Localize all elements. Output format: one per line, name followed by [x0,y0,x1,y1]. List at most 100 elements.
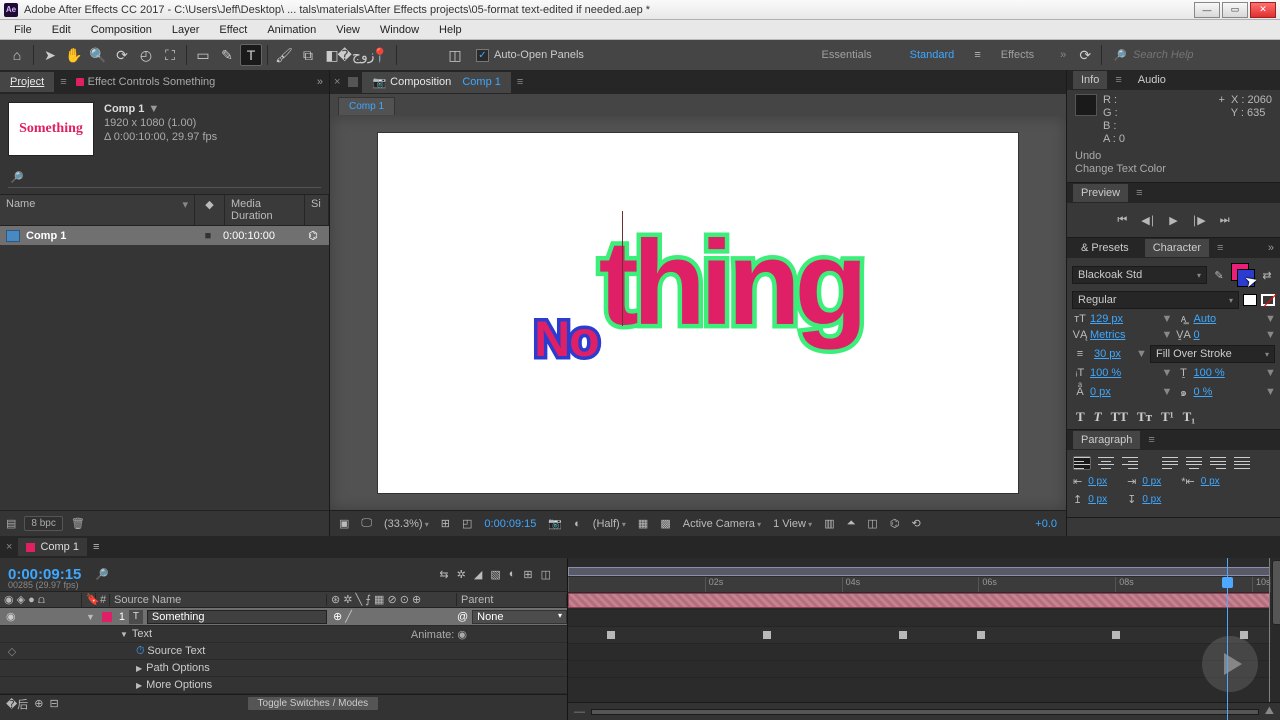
character-tab[interactable]: Character [1145,239,1209,257]
brainstorm-icon[interactable]: ◫ [541,568,551,581]
toggle-switches-modes-button[interactable]: Toggle Switches / Modes [247,696,380,711]
magnification-icon[interactable]: 🖵 [358,517,375,530]
effect-controls-tab[interactable]: Effect Controls Something [66,72,226,92]
resolution-dropdown[interactable]: (Half) [590,518,629,530]
keyframe-icon[interactable] [607,631,615,639]
snapshot-icon[interactable]: 📷 [545,517,565,530]
all-caps-button[interactable]: TT [1111,409,1128,425]
stroke-width-value[interactable]: 30 px [1092,348,1132,360]
comp-flowchart-dropdown[interactable]: ▼ [148,103,159,115]
info-tab[interactable]: Info [1073,71,1107,89]
subscript-button[interactable]: T₁ [1183,409,1196,425]
workspace-overflow-icon[interactable]: » [1054,49,1072,61]
composition-viewer[interactable]: Nothing [330,116,1066,510]
timeline-search-icon[interactable]: 🔎 [95,568,109,581]
zoom-dropdown[interactable]: (33.3%) [381,518,432,530]
resolution-icon[interactable]: ⊞ [438,517,453,530]
layer-color-swatch[interactable] [102,612,112,622]
kerning-value[interactable]: Metrics [1088,329,1162,341]
preview-tab[interactable]: Preview [1073,184,1128,202]
font-family-dropdown[interactable]: Blackoak Std▾ [1072,266,1207,284]
eyedropper-icon[interactable]: ✎ [1211,269,1227,282]
justify-left-button[interactable] [1161,456,1179,470]
fast-draft-icon[interactable]: ⏶ [844,517,859,530]
home-icon[interactable]: ⌂ [6,44,28,66]
menu-file[interactable]: File [4,22,42,38]
camera-tool[interactable]: ⛶ [159,44,181,66]
no-stroke-swatch[interactable] [1261,294,1275,306]
orbit-tool[interactable]: ⟳ [111,44,133,66]
font-size-value[interactable]: 129 px [1088,313,1162,325]
space-after-value[interactable]: 0 px [1142,494,1161,505]
swap-colors-icon[interactable]: ⇄ [1259,269,1275,282]
workspace-standard[interactable]: Standard [892,45,973,65]
hand-tool[interactable]: ✋ [63,44,85,66]
col-duration-header[interactable]: Media Duration [225,195,305,225]
parent-pickwhip-icon[interactable]: @ [457,611,468,623]
stroke-mode-dropdown[interactable]: Fill Over Stroke▾ [1150,345,1275,363]
font-style-dropdown[interactable]: Regular▾ [1072,291,1239,309]
help-search-input[interactable] [1133,49,1268,61]
type-tool[interactable]: T [240,44,262,66]
leading-value[interactable]: Auto [1192,313,1266,325]
motion-blur-icon[interactable]: ◐ [509,568,516,581]
timeline-comp-tab[interactable]: Comp 1 [18,538,87,556]
superscript-button[interactable]: T¹ [1161,409,1174,425]
clone-tool[interactable]: ⧉ [297,44,319,66]
menu-effect[interactable]: Effect [209,22,257,38]
faux-italic-button[interactable]: T [1094,409,1102,425]
parent-dropdown[interactable]: None▾ [472,610,567,624]
faux-bold-button[interactable]: T [1076,409,1085,425]
audio-tab[interactable]: Audio [1130,71,1174,89]
effects-presets-tab[interactable]: & Presets [1073,239,1137,257]
layer-name-field[interactable]: Something [147,610,327,624]
flowchart-icon[interactable]: ⌬ [303,229,323,242]
col-name-header[interactable]: Name [6,198,35,210]
timeline-frame-icon[interactable]: ⊟ [50,697,59,710]
close-tab-icon[interactable]: × [330,76,344,88]
reset-exposure-icon[interactable]: ⟲ [908,517,923,530]
timeline-prop-path-options[interactable]: ▶Path Options [0,660,567,677]
baseline-value[interactable]: 0 px [1088,386,1162,398]
layer-bar-track[interactable] [568,592,1280,610]
canvas-text-no[interactable]: No [534,310,599,368]
comp-mini-flowchart-icon[interactable]: ⇆ [439,568,448,581]
pixel-aspect-icon[interactable]: ▥ [821,517,837,530]
menu-animation[interactable]: Animation [257,22,326,38]
brush-tool[interactable]: 🖌 [273,44,295,66]
viewer-lock-icon[interactable] [348,77,358,87]
stopwatch-icon[interactable]: ⏱ [136,645,145,658]
keyframe-icon[interactable] [763,631,771,639]
indent-first-value[interactable]: 0 px [1142,476,1161,487]
composition-tab[interactable]: 📷 Composition Comp 1 [362,72,510,93]
timeline-icon[interactable]: ◫ [864,517,880,530]
rotate-tool[interactable]: ◴ [135,44,157,66]
panel-menu-icon[interactable]: ≡ [1136,187,1142,199]
menu-view[interactable]: View [326,22,370,38]
canvas-text-thing[interactable]: thing [599,214,862,352]
time-ruler[interactable]: 02s 04s 06s 08s 10s [568,558,1280,592]
panel-menu-icon[interactable]: ≡ [1217,242,1223,254]
fill-swatch-small[interactable] [1243,294,1257,306]
hscale-value[interactable]: 100 % [1192,367,1266,379]
interpret-footage-icon[interactable]: ▤ [6,517,16,530]
zoom-tool[interactable]: 🔍 [87,44,109,66]
exposure-value[interactable]: +0.0 [1032,518,1060,530]
align-left-button[interactable] [1073,456,1091,470]
vscale-value[interactable]: 100 % [1088,367,1162,379]
col-size-header[interactable]: Si [305,195,329,225]
graph-editor-icon[interactable]: ⊞ [523,568,532,581]
keyframe-icon[interactable] [977,631,985,639]
menu-edit[interactable]: Edit [42,22,81,38]
fill-stroke-swatch[interactable]: ➤ [1231,263,1255,287]
parent-header[interactable]: Parent [457,594,567,606]
draft-3d-icon[interactable]: ✲ [457,568,466,581]
close-button[interactable]: ✕ [1250,2,1276,18]
pen-tool[interactable]: ✎ [216,44,238,66]
timeline-prop-source-text[interactable]: ◇⏱ Source Text [0,643,567,660]
source-name-header[interactable]: Source Name [110,594,327,606]
prev-frame-button[interactable]: ◀∣ [1141,214,1155,227]
roi-icon[interactable]: ◰ [459,517,475,530]
delete-icon[interactable]: 🗑 [71,517,85,530]
visibility-toggle[interactable]: ◉ [6,610,16,623]
